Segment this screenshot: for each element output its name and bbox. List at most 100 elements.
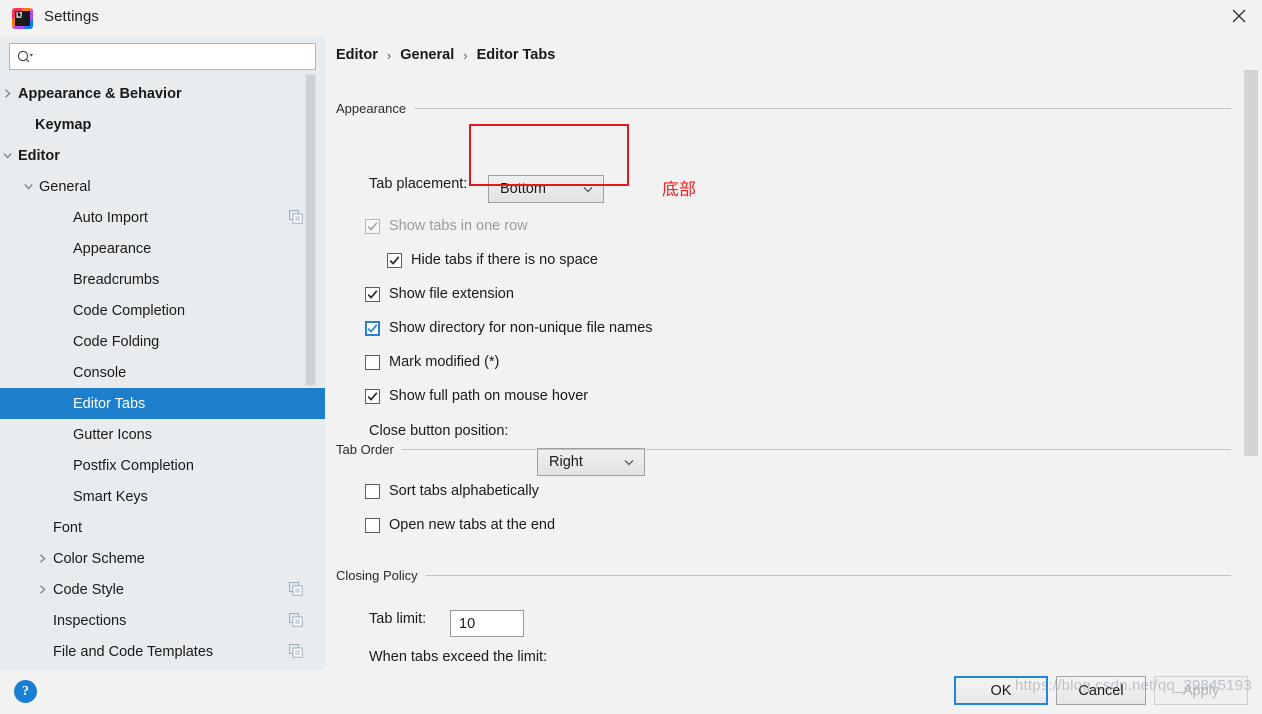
sidebar-item-label: General <box>39 178 91 195</box>
checkbox-unchecked-icon[interactable] <box>365 354 380 370</box>
breadcrumb-item-general[interactable]: General <box>400 47 454 63</box>
checkbox-checked-icon <box>365 218 380 234</box>
tab-limit-label: Tab limit: <box>369 611 427 627</box>
checkbox-checked-icon[interactable] <box>365 286 380 302</box>
close-icon[interactable] <box>1216 0 1262 32</box>
sidebar-item-label: Console <box>73 364 127 381</box>
chevron-down-icon[interactable] <box>21 180 35 194</box>
annotation-text: 底部 <box>662 180 696 200</box>
checkbox-row-show-directory-for-non-unique-file-names[interactable]: Show directory for non-unique file names <box>365 320 653 336</box>
tab-placement-select[interactable]: Bottom <box>488 175 604 203</box>
sidebar-item-label: Color Scheme <box>53 550 145 567</box>
copy-settings-icon[interactable] <box>289 210 303 224</box>
checkbox-label: Hide tabs if there is no space <box>411 252 598 268</box>
sidebar-item-auto-import[interactable]: Auto Import <box>0 202 325 233</box>
sidebar-item-editor[interactable]: Editor <box>0 140 325 171</box>
sidebar-item-smart-keys[interactable]: Smart Keys <box>0 481 325 512</box>
apply-button-label: Apply <box>1182 682 1220 699</box>
sidebar-item-keymap[interactable]: Keymap <box>0 109 325 140</box>
checkbox-checked-icon[interactable] <box>365 320 380 336</box>
checkbox-row-open-new-tabs-at-the-end[interactable]: Open new tabs at the end <box>365 517 555 533</box>
ok-button[interactable]: OK <box>954 676 1048 705</box>
checkbox-row-show-file-extension[interactable]: Show file extension <box>365 286 514 302</box>
tab-placement-row: Tab placement: <box>369 176 467 192</box>
search-box[interactable] <box>9 43 316 70</box>
breadcrumb-item-editor-tabs: Editor Tabs <box>476 47 556 63</box>
content-scrollbar-thumb[interactable] <box>1244 70 1258 456</box>
checkbox-unchecked-icon[interactable] <box>365 517 380 533</box>
search-input[interactable] <box>38 49 293 64</box>
cancel-button[interactable]: Cancel <box>1056 676 1146 705</box>
sidebar-item-label: Breadcrumbs <box>73 271 160 288</box>
sidebar-item-appearance[interactable]: Appearance <box>0 233 325 264</box>
sidebar-item-label: Keymap <box>35 116 92 133</box>
chevron-right-icon[interactable] <box>35 552 49 566</box>
chevron-down-icon <box>623 456 635 468</box>
sidebar-item-color-scheme[interactable]: Color Scheme <box>0 543 325 574</box>
close-button-position-row: Close button position: <box>369 423 508 439</box>
copy-settings-icon[interactable] <box>289 582 303 596</box>
sidebar-item-gutter-icons[interactable]: Gutter Icons <box>0 419 325 450</box>
sidebar-item-editor-tabs[interactable]: Editor Tabs <box>0 388 325 419</box>
close-button-position-label: Close button position: <box>369 423 509 439</box>
tab-placement-value: Bottom <box>500 181 546 197</box>
sidebar-item-postfix-completion[interactable]: Postfix Completion <box>0 450 325 481</box>
checkbox-row-show-tabs-in-one-row: Show tabs in one row <box>365 218 528 234</box>
breadcrumb-separator: › <box>386 47 392 63</box>
sidebar-item-file-and-code-templates[interactable]: File and Code Templates <box>0 636 325 667</box>
checkbox-label: Show full path on mouse hover <box>389 388 589 404</box>
help-question-icon[interactable]: ? <box>14 680 37 703</box>
sidebar-item-code-folding[interactable]: Code Folding <box>0 326 325 357</box>
checkbox-row-mark-modified[interactable]: Mark modified (*) <box>365 354 499 370</box>
sidebar-item-appearance-behavior[interactable]: Appearance & Behavior <box>0 78 325 109</box>
chevron-down-icon[interactable] <box>0 149 14 163</box>
sidebar-item-label: Appearance & Behavior <box>18 85 182 102</box>
title-bar: IJ Settings <box>0 0 1262 36</box>
sidebar-item-font[interactable]: Font <box>0 512 325 543</box>
ok-button-label: OK <box>990 682 1012 699</box>
sidebar-item-label: Editor <box>18 147 60 164</box>
copy-settings-icon[interactable] <box>289 613 303 627</box>
sidebar-item-code-style[interactable]: Code Style <box>0 574 325 605</box>
sidebar-item-label: Editor Tabs <box>73 395 146 412</box>
sidebar-item-label: File and Code Templates <box>53 643 214 660</box>
chevron-right-icon[interactable] <box>35 583 49 597</box>
breadcrumb: Editor › General › Editor Tabs <box>336 47 555 63</box>
search-icon <box>17 49 35 65</box>
tab-placement-label: Tab placement: <box>369 176 468 192</box>
sidebar-item-label: Appearance <box>73 240 152 257</box>
sidebar-item-general[interactable]: General <box>0 171 325 202</box>
settings-tree: Appearance & Behavior Keymap Editor General… <box>0 78 325 670</box>
checkbox-row-sort-tabs-alphabetically[interactable]: Sort tabs alphabetically <box>365 483 539 499</box>
tab-limit-row: Tab limit: <box>369 611 426 627</box>
breadcrumb-item-editor[interactable]: Editor <box>336 47 378 63</box>
checkbox-label: Show file extension <box>389 286 514 302</box>
cancel-button-label: Cancel <box>1078 682 1124 699</box>
chevron-right-icon[interactable] <box>0 87 14 101</box>
sidebar-item-breadcrumbs[interactable]: Breadcrumbs <box>0 264 325 295</box>
checkbox-row-hide-tabs-if-there-is-no-space[interactable]: Hide tabs if there is no space <box>387 252 598 268</box>
tab-limit-input[interactable]: 10 <box>450 610 524 637</box>
chevron-down-icon <box>582 183 594 195</box>
sidebar-item-label: Smart Keys <box>73 488 148 505</box>
sidebar-item-label: Font <box>53 519 83 536</box>
sidebar-item-label: Postfix Completion <box>73 457 194 474</box>
checkbox-row-show-full-path-on-mouse-hover[interactable]: Show full path on mouse hover <box>365 388 588 404</box>
sidebar-scrollbar-thumb[interactable] <box>305 74 316 386</box>
checkbox-unchecked-icon[interactable] <box>365 483 380 499</box>
sidebar-item-label: Inspections <box>53 612 127 629</box>
settings-sidebar: Appearance & Behavior Keymap Editor General… <box>0 36 325 670</box>
sidebar-item-inspections[interactable]: Inspections <box>0 605 325 636</box>
checkbox-checked-icon[interactable] <box>387 252 402 268</box>
checkbox-checked-icon[interactable] <box>365 388 380 404</box>
copy-settings-icon[interactable] <box>289 644 303 658</box>
sidebar-item-label: Code Completion <box>73 302 186 319</box>
sidebar-item-code-completion[interactable]: Code Completion <box>0 295 325 326</box>
sidebar-item-console[interactable]: Console <box>0 357 325 388</box>
checkbox-label: Sort tabs alphabetically <box>389 483 539 499</box>
sidebar-item-label: Auto Import <box>73 209 148 226</box>
when-tabs-exceed-label-row: When tabs exceed the limit: <box>369 649 547 665</box>
settings-content-panel: Editor › General › Editor Tabs Appearanc… <box>325 36 1262 670</box>
settings-dialog: IJ Settings Appearance & Behavior Keymap E… <box>0 0 1262 714</box>
checkbox-label: Open new tabs at the end <box>389 517 556 533</box>
